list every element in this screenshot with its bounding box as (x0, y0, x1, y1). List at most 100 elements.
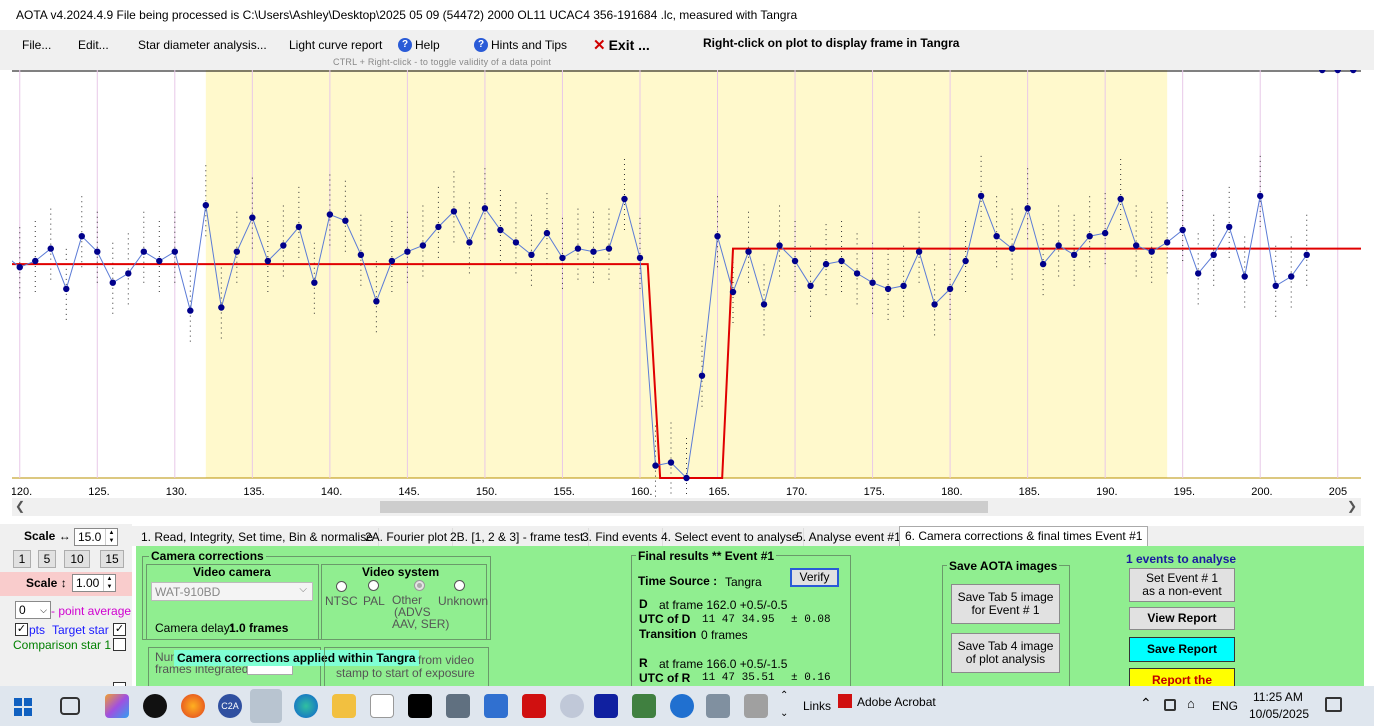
occult-watcher-icon[interactable] (670, 694, 694, 718)
menu-star-diameter[interactable]: Star diameter analysis... (138, 38, 267, 52)
x-tick-label: 175. (864, 486, 885, 498)
acrobat-icon[interactable] (522, 694, 546, 718)
from-video-label-2: stamp to start of exposure (336, 666, 475, 680)
data-point (404, 248, 411, 255)
tab-fourier[interactable]: 2A. Fourier plot (360, 528, 454, 546)
scale-v-spinner[interactable]: 1.00 ▲ ▼ (72, 574, 116, 592)
tab-select-event[interactable]: 4. Select event to analyse (656, 528, 805, 546)
ntsc-radio[interactable] (336, 581, 347, 592)
menu-exit[interactable]: ✕ Exit ... (593, 36, 650, 54)
tray-chevron-up-icon[interactable]: ⌃ (1140, 695, 1152, 712)
scale-btn-10[interactable]: 10 (64, 550, 90, 568)
report-the-button[interactable]: Report the (1129, 668, 1235, 686)
menu-light-curve-report[interactable]: Light curve report (289, 38, 382, 52)
store-icon[interactable] (370, 694, 394, 718)
clock-time[interactable]: 11:25 AM (1253, 690, 1303, 704)
scale-v-label: Scale ↕ (26, 576, 67, 590)
tray-app-icon[interactable] (1164, 699, 1176, 711)
save-tab4-button[interactable]: Save Tab 4 image of plot analysis (951, 633, 1060, 673)
pts-checkbox[interactable]: ✓ (15, 623, 28, 636)
data-point (977, 192, 985, 200)
set-non-event-button[interactable]: Set Event # 1 as a non-event (1129, 568, 1235, 602)
target-star-checkbox[interactable]: ✓ (113, 623, 126, 636)
comparison-star-checkbox[interactable] (113, 638, 126, 651)
scale-btn-15[interactable]: 15 (100, 550, 124, 568)
pal-radio[interactable] (368, 580, 379, 591)
d-label: D (639, 597, 648, 611)
file-explorer-icon[interactable] (332, 694, 356, 718)
data-point (931, 301, 938, 308)
camera-chevron-down-icon: ⌵ (299, 584, 307, 595)
scale-h-spinner[interactable]: 15.0 ▲ ▼ (74, 528, 118, 546)
data-point (16, 264, 23, 271)
task-view-icon[interactable] (60, 697, 80, 715)
other-radio[interactable] (414, 580, 425, 591)
time-source-label: Time Source : (638, 574, 718, 588)
data-point (218, 304, 225, 311)
data-point (760, 301, 768, 308)
notifications-icon[interactable] (1325, 697, 1342, 712)
tab-find-events[interactable]: 3. Find events (577, 528, 664, 546)
view-report-button[interactable]: View Report (1129, 607, 1235, 630)
tab-read-integrity[interactable]: 1. Read, Integrity, Set time, Bin & norm… (136, 528, 379, 546)
ntsc-label: NTSC (325, 594, 358, 608)
links-chevron-up-icon[interactable]: ⌃ (780, 690, 788, 701)
video-app-icon[interactable] (744, 694, 768, 718)
tool-app-icon[interactable] (706, 694, 730, 718)
scroll-right-icon[interactable]: ❯ (1347, 499, 1357, 513)
windows-start-icon[interactable] (14, 698, 32, 716)
network-icon[interactable]: ⌂ (1187, 696, 1195, 711)
terminal-icon[interactable] (408, 694, 432, 718)
data-point (807, 282, 814, 289)
light-curve-plot[interactable]: 120. 125. 130. 135. 140. 145. 150. 155. 160. 165.… (12, 70, 1361, 498)
tab-camera-corrections[interactable]: 6. Camera corrections & final times Even… (899, 526, 1149, 546)
clock-date[interactable]: 10/05/2025 (1249, 707, 1309, 721)
data-point (1024, 205, 1031, 212)
data-point (559, 254, 566, 262)
video-system-title: Video system (360, 565, 442, 579)
menu-hints[interactable]: ? Hints and Tips (474, 38, 567, 52)
links-label[interactable]: Links (803, 699, 831, 713)
unknown-radio[interactable] (454, 580, 465, 591)
acrobat-link-label[interactable]: Adobe Acrobat (857, 695, 936, 709)
plot-scrollbar[interactable]: ❮ ❯ (12, 498, 1361, 516)
save-tab5-button[interactable]: Save Tab 5 image for Event # 1 (951, 584, 1060, 624)
scroll-left-icon[interactable]: ❮ (15, 499, 25, 513)
point-average-select[interactable]: 0 ⌵ (15, 601, 51, 619)
scale-btn-5[interactable]: 5 (38, 550, 56, 568)
data-point (962, 257, 969, 265)
tab-frame-test[interactable]: 2B. [1, 2 & 3] - frame test (445, 528, 590, 546)
photos-icon[interactable] (632, 694, 656, 718)
links-chevron-down-icon[interactable]: ⌄ (780, 708, 788, 719)
verify-button[interactable]: Verify (790, 568, 839, 587)
language-indicator[interactable]: ENG (1212, 699, 1238, 713)
data-point (78, 233, 85, 240)
menu-file[interactable]: File... (22, 38, 51, 52)
data-point (1194, 270, 1202, 277)
firefox-icon[interactable] (181, 694, 205, 718)
copilot-icon[interactable] (105, 694, 129, 718)
light-curve-svg[interactable]: 120. 125. 130. 135. 140. 145. 150. 155. 160. 165.… (12, 70, 1361, 498)
camera-select[interactable]: WAT-910BD ⌵ (151, 582, 313, 601)
stellarium-icon[interactable] (594, 694, 618, 718)
spinner-v-arrows-icon[interactable]: ▲ ▼ (103, 575, 115, 591)
c2a-icon[interactable]: C2A (218, 694, 242, 718)
aota-taskbar-icon[interactable] (250, 689, 282, 723)
save-report-button[interactable]: Save Report (1129, 637, 1235, 662)
menu-edit[interactable]: Edit... (78, 38, 109, 52)
satellite-app-icon[interactable] (560, 694, 584, 718)
scale-btn-1[interactable]: 1 (13, 550, 31, 568)
data-point (295, 223, 303, 231)
capture-app-icon[interactable] (484, 694, 508, 718)
data-point (621, 195, 628, 203)
data-point (140, 248, 147, 255)
edge-icon[interactable] (294, 694, 318, 718)
data-point (667, 459, 675, 466)
scrollbar-thumb[interactable] (380, 501, 988, 513)
camera-app-icon[interactable] (446, 694, 470, 718)
x-tick-label: 130. (166, 486, 187, 498)
menu-help[interactable]: ? Help (398, 38, 440, 52)
spinner-arrows-icon[interactable]: ▲ ▼ (105, 529, 117, 545)
tab-analyse-event[interactable]: 5. Analyse event #1 (791, 528, 907, 546)
moon-app-icon[interactable] (143, 694, 167, 718)
